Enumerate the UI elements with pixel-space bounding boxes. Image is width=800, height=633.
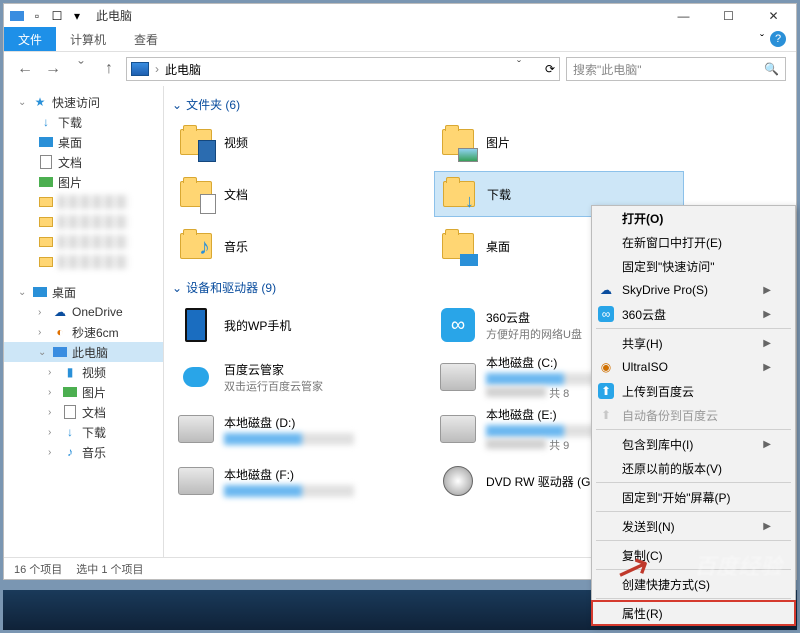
window-controls: — ☐ ✕ <box>661 4 796 27</box>
tile-videos[interactable]: 视频 <box>172 119 422 165</box>
sidebar-downloads2[interactable]: ›↓下载 <box>4 422 163 442</box>
tile-baidu-cloud[interactable]: 百度云管家双击运行百度云管家 <box>172 354 422 400</box>
search-input[interactable]: 搜索"此电脑" 🔍 <box>566 57 786 81</box>
tab-file[interactable]: 文件 <box>4 27 56 51</box>
sidebar-item-blur[interactable] <box>4 212 163 232</box>
sidebar-pictures2[interactable]: ›图片 <box>4 382 163 402</box>
sidebar-documents2[interactable]: ›文档 <box>4 402 163 422</box>
status-count: 16 个项目 <box>14 561 62 577</box>
addr-drop[interactable]: ˇ <box>517 58 539 80</box>
refresh-button[interactable]: ⟳ <box>545 62 555 76</box>
help-icon[interactable]: ? <box>770 31 786 47</box>
qat-item[interactable]: ▫ <box>28 7 46 25</box>
back-button[interactable]: ← <box>14 58 36 80</box>
minimize-button[interactable]: — <box>661 4 706 27</box>
up-button[interactable]: ↑ <box>98 58 120 80</box>
ctx-share[interactable]: 共享(H)▶ <box>592 331 795 355</box>
search-icon: 🔍 <box>764 62 779 76</box>
close-button[interactable]: ✕ <box>751 4 796 27</box>
qat-drop[interactable]: ▾ <box>68 7 86 25</box>
ctx-360[interactable]: ∞360云盘▶ <box>592 302 795 326</box>
group-folders-header[interactable]: ⌄文件夹 (6) <box>172 96 788 113</box>
ultraiso-icon: ◉ <box>598 359 614 375</box>
ctx-send-to[interactable]: 发送到(N)▶ <box>592 514 795 538</box>
ctx-pin-start[interactable]: 固定到"开始"屏幕(P) <box>592 485 795 509</box>
c360-icon: ∞ <box>598 306 614 322</box>
ctx-open[interactable]: 打开(O) <box>592 206 795 230</box>
sidebar-desktop[interactable]: 桌面 <box>4 132 163 152</box>
ctx-include-lib[interactable]: 包含到库中(I)▶ <box>592 432 795 456</box>
sidebar-this-pc[interactable]: ⌄此电脑 <box>4 342 163 362</box>
ctx-upload-bdy[interactable]: ⬆上传到百度云 <box>592 379 795 403</box>
titlebar: ▫ ☐ ▾ 此电脑 — ☐ ✕ <box>4 4 796 27</box>
nav-pane: ⌄★快速访问 ↓下载 桌面 文档 图片 ⌄桌面 ›☁OneDrive ›◐秒速6… <box>4 86 164 557</box>
tile-documents[interactable]: 文档 <box>172 171 422 217</box>
sidebar-videos[interactable]: ›▮视频 <box>4 362 163 382</box>
ribbon-collapse[interactable]: ˇ <box>760 32 764 46</box>
breadcrumb-item[interactable]: 此电脑 <box>165 61 201 78</box>
ctx-skydrive[interactable]: ☁SkyDrive Pro(S)▶ <box>592 278 795 302</box>
maximize-button[interactable]: ☐ <box>706 4 751 27</box>
sidebar-desktop2[interactable]: ⌄桌面 <box>4 282 163 302</box>
cloud-icon: ☁ <box>598 282 614 298</box>
sidebar-item-blur[interactable] <box>4 192 163 212</box>
tab-computer[interactable]: 计算机 <box>56 27 120 51</box>
ctx-properties[interactable]: 属性(R) <box>592 601 795 625</box>
quick-access-toolbar: ▫ ☐ ▾ <box>4 7 90 25</box>
sidebar-downloads[interactable]: ↓下载 <box>4 112 163 132</box>
breadcrumb-sep: › <box>155 62 159 76</box>
sidebar-item-blur[interactable] <box>4 232 163 252</box>
tile-wp-phone[interactable]: 我的WP手机 <box>172 302 422 348</box>
backup-icon: ⬆ <box>598 407 614 423</box>
tile-music[interactable]: ♪音乐 <box>172 223 422 269</box>
upload-icon: ⬆ <box>598 383 614 399</box>
address-bar[interactable]: › 此电脑 ˇ ⟳ <box>126 57 560 81</box>
tile-drive-f[interactable]: 本地磁盘 (F:) <box>172 458 422 504</box>
ctx-backup-bdy[interactable]: ⬆自动备份到百度云 <box>592 403 795 427</box>
sidebar-onedrive[interactable]: ›☁OneDrive <box>4 302 163 322</box>
tab-view[interactable]: 查看 <box>120 27 172 51</box>
sidebar-user[interactable]: ›◐秒速6cm <box>4 322 163 342</box>
sidebar-item-blur[interactable] <box>4 252 163 272</box>
history-drop[interactable]: ˇ <box>70 58 92 80</box>
sidebar-documents[interactable]: 文档 <box>4 152 163 172</box>
status-selection: 选中 1 个项目 <box>76 561 143 577</box>
ctx-restore[interactable]: 还原以前的版本(V) <box>592 456 795 480</box>
sidebar-music[interactable]: ›♪音乐 <box>4 442 163 462</box>
tile-drive-d[interactable]: 本地磁盘 (D:) <box>172 406 422 452</box>
qat-item[interactable]: ☐ <box>48 7 66 25</box>
pc-icon <box>131 62 149 76</box>
address-row: ← → ˇ ↑ › 此电脑 ˇ ⟳ 搜索"此电脑" 🔍 <box>4 52 796 86</box>
forward-button[interactable]: → <box>42 58 64 80</box>
ctx-open-new-window[interactable]: 在新窗口中打开(E) <box>592 230 795 254</box>
ctx-ultraiso[interactable]: ◉UltraISO▶ <box>592 355 795 379</box>
sidebar-pictures[interactable]: 图片 <box>4 172 163 192</box>
ctx-pin-quick[interactable]: 固定到"快速访问" <box>592 254 795 278</box>
sidebar-quick-access[interactable]: ⌄★快速访问 <box>4 92 163 112</box>
tile-pictures[interactable]: 图片 <box>434 119 684 165</box>
window-title: 此电脑 <box>90 7 661 24</box>
watermark: 百度经验 <box>694 549 782 581</box>
app-icon[interactable] <box>8 7 26 25</box>
ribbon: 文件 计算机 查看 ˇ ? <box>4 27 796 52</box>
search-placeholder: 搜索"此电脑" <box>573 61 642 78</box>
